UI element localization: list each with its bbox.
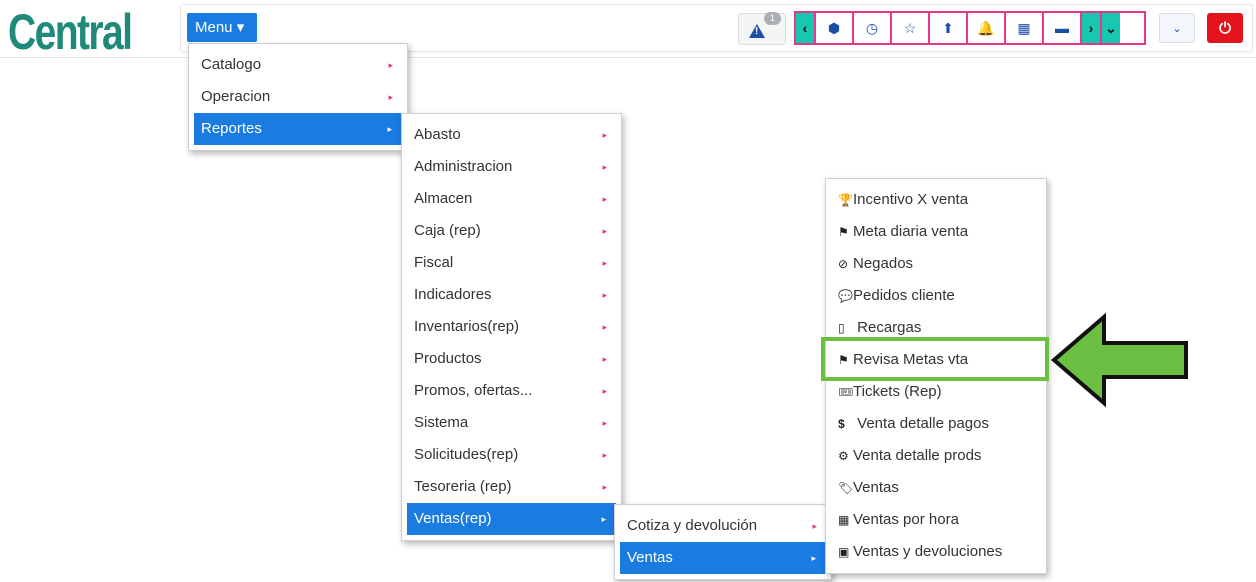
clock-icon[interactable]: ◷: [854, 13, 892, 43]
flag-icon: ⚑: [838, 225, 849, 239]
caret-right-icon: ▸: [602, 354, 607, 364]
caret-right-icon: ▸: [602, 450, 607, 460]
menu-item-productos[interactable]: Productos ▸: [402, 343, 621, 375]
dollar-icon: $: [838, 417, 845, 431]
menu-item-venta-detalle-prods[interactable]: ⚙ Venta detalle prods: [826, 440, 1046, 472]
logout-button[interactable]: ⏻: [1207, 13, 1243, 43]
calendar-icon: ▦: [838, 513, 850, 527]
menu-item-venta-detalle-pagos[interactable]: $ Venta detalle pagos: [826, 408, 1046, 440]
toolbar-shortcuts: ‹ ⬢ ◷ ☆ ⬆ 🔔 ▦ ▬ › ⌄: [794, 11, 1146, 45]
caret-right-icon: ▸: [602, 130, 607, 140]
chevron-down-icon[interactable]: ⌄: [1102, 13, 1120, 43]
menu-item-ventas-devoluciones[interactable]: ▣ Ventas y devoluciones: [826, 536, 1046, 568]
arrow-up-icon[interactable]: ⬆: [930, 13, 968, 43]
caret-right-icon: ▸: [602, 226, 607, 236]
menu-item-cotiza-devolucion[interactable]: Cotiza y devolución ▸: [615, 510, 831, 542]
highlight-box: [821, 337, 1049, 381]
caret-right-icon: ▸: [812, 521, 817, 531]
menu-item-meta-diaria[interactable]: ⚑ Meta diaria venta: [826, 216, 1046, 248]
alert-count-badge: 1: [764, 12, 782, 25]
app-logo: Central: [8, 4, 133, 60]
calendar-icon[interactable]: ▦: [1006, 13, 1044, 43]
menu-item-ventas-por-hora[interactable]: ▦ Ventas por hora: [826, 504, 1046, 536]
chevron-right-icon[interactable]: ›: [1082, 13, 1102, 43]
money-icon: ▣: [838, 545, 850, 559]
menu-item-ventas-report[interactable]: 🏷Ventas: [826, 472, 1046, 504]
alerts-button[interactable]: ! 1: [738, 12, 786, 45]
menu-item-solicitudes[interactable]: Solicitudes(rep) ▸: [402, 439, 621, 471]
menu-item-ventas-rep[interactable]: Ventas(rep) ▸: [407, 503, 616, 535]
caret-right-icon: ▸: [388, 60, 393, 70]
caret-right-icon: ▸: [602, 322, 607, 332]
menu-button[interactable]: Menu ▾: [187, 13, 257, 42]
menu-item-caja[interactable]: Caja (rep) ▸: [402, 215, 621, 247]
tag-icon: 🏷: [838, 481, 854, 495]
menu-item-abasto[interactable]: Abasto ▸: [402, 119, 621, 151]
menu-item-catalogo[interactable]: Catalogo ▸: [189, 49, 407, 81]
trophy-icon: 🏆: [838, 193, 853, 207]
menu-item-negados[interactable]: ⊘ Negados: [826, 248, 1046, 280]
caret-right-icon: ▸: [602, 418, 607, 428]
comment-icon: 💬: [838, 289, 853, 303]
menu-item-inventarios[interactable]: Inventarios(rep) ▸: [402, 311, 621, 343]
chevron-down-icon: ⌄: [1172, 22, 1182, 35]
reportes-submenu: Abasto ▸ Administracion ▸ Almacen ▸ Caja (r…: [401, 113, 622, 541]
bell-icon[interactable]: 🔔: [968, 13, 1006, 43]
caret-right-icon: ▸: [811, 553, 816, 563]
menu-item-indicadores[interactable]: Indicadores ▸: [402, 279, 621, 311]
menu-item-operacion[interactable]: Operacion ▸: [189, 81, 407, 113]
caret-right-icon: ▸: [602, 194, 607, 204]
caret-right-icon: ▸: [601, 514, 606, 524]
menu-item-ventas[interactable]: Ventas ▸: [620, 542, 826, 574]
cube-icon[interactable]: ⬢: [816, 13, 854, 43]
menu-item-sistema[interactable]: Sistema ▸: [402, 407, 621, 439]
menu-item-reportes[interactable]: Reportes ▸: [194, 113, 402, 145]
power-icon: ⏻: [1219, 19, 1231, 37]
menu-item-promos[interactable]: Promos, ofertas... ▸: [402, 375, 621, 407]
caret-right-icon: ▸: [602, 290, 607, 300]
caret-right-icon: ▸: [602, 386, 607, 396]
caret-right-icon: ▸: [602, 482, 607, 492]
ventas-rep-submenu: Cotiza y devolución ▸ Ventas ▸: [614, 504, 832, 580]
menu-item-almacen[interactable]: Almacen ▸: [402, 183, 621, 215]
menu-item-incentivo[interactable]: 🏆Incentivo X venta: [826, 184, 1046, 216]
caret-right-icon: ▸: [602, 162, 607, 172]
menu-item-tesoreria[interactable]: Tesoreria (rep) ▸: [402, 471, 621, 503]
collapse-button[interactable]: ⌄: [1159, 13, 1195, 43]
menu-item-fiscal[interactable]: Fiscal ▸: [402, 247, 621, 279]
caret-right-icon: ▸: [602, 258, 607, 268]
menu-item-pedidos-cliente[interactable]: 💬Pedidos cliente: [826, 280, 1046, 312]
caret-right-icon: ▸: [387, 124, 392, 134]
card-icon[interactable]: ▬: [1044, 13, 1082, 43]
product-icon: ⚙: [838, 449, 849, 463]
menu-item-administracion[interactable]: Administracion ▸: [402, 151, 621, 183]
caret-right-icon: ▸: [388, 92, 393, 102]
pointer-arrow-icon: [1050, 313, 1188, 408]
main-menu-dropdown: Catalogo ▸ Operacion ▸ Reportes ▸: [188, 43, 408, 151]
star-icon[interactable]: ☆: [892, 13, 930, 43]
chevron-left-icon[interactable]: ‹: [796, 13, 816, 43]
denied-icon: ⊘: [838, 257, 849, 271]
